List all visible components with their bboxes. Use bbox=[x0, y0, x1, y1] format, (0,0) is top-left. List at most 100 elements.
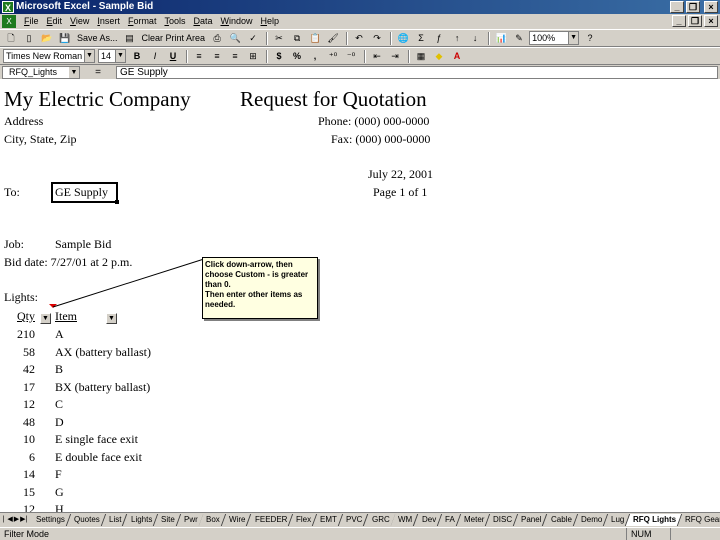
percent-button[interactable]: % bbox=[289, 49, 305, 64]
sheet-tab[interactable]: FEEDER bbox=[247, 513, 294, 526]
save-copy-icon[interactable]: ▤ bbox=[122, 31, 138, 46]
chart-wizard-icon[interactable]: 📊 bbox=[493, 31, 509, 46]
qty-cell[interactable]: 12 bbox=[17, 397, 35, 412]
increase-decimal-icon[interactable]: ⁺⁰ bbox=[325, 49, 341, 64]
drawing-icon[interactable]: ✎ bbox=[511, 31, 527, 46]
item-cell[interactable]: C bbox=[55, 397, 63, 412]
merge-center-icon[interactable]: ⊞ bbox=[245, 49, 261, 64]
sheet-tab[interactable]: Panel bbox=[514, 513, 548, 526]
qty-filter-button[interactable]: ▼ bbox=[40, 313, 51, 324]
sort-descending-icon[interactable]: ↓ bbox=[467, 31, 483, 46]
qty-cell[interactable]: 42 bbox=[17, 362, 35, 377]
item-cell[interactable]: G bbox=[55, 485, 64, 500]
bold-button[interactable]: B bbox=[129, 49, 145, 64]
page-number[interactable]: Page 1 of 1 bbox=[373, 185, 427, 200]
qty-cell[interactable]: 58 bbox=[17, 345, 35, 360]
company-address[interactable]: Address bbox=[4, 114, 43, 129]
menu-edit[interactable]: Edit bbox=[43, 14, 67, 29]
font-select[interactable]: Times New Roman ▼ bbox=[3, 49, 95, 63]
doc-minimize-button[interactable]: _ bbox=[672, 15, 686, 27]
menu-insert[interactable]: Insert bbox=[93, 14, 124, 29]
item-cell[interactable]: E double face exit bbox=[55, 450, 142, 465]
item-cell[interactable]: AX (battery ballast) bbox=[55, 345, 151, 360]
sheet-tab[interactable]: Cable bbox=[543, 513, 578, 526]
italic-button[interactable]: I bbox=[147, 49, 163, 64]
increase-indent-icon[interactable]: ⇥ bbox=[387, 49, 403, 64]
menu-window[interactable]: Window bbox=[216, 14, 256, 29]
hyperlink-icon[interactable]: 🌐 bbox=[395, 31, 411, 46]
chevron-down-icon[interactable]: ▼ bbox=[84, 50, 94, 62]
qty-cell[interactable]: 12 bbox=[17, 502, 35, 512]
new-doc-icon[interactable]: ▯ bbox=[21, 31, 37, 46]
prev-sheet-icon[interactable]: ◀ bbox=[7, 514, 12, 525]
restore-button[interactable]: ❐ bbox=[686, 1, 700, 13]
formula-input[interactable]: GE Supply bbox=[116, 65, 718, 79]
chevron-down-icon[interactable]: ▼ bbox=[568, 32, 579, 44]
minimize-button[interactable]: _ bbox=[670, 1, 684, 13]
item-header[interactable]: Item bbox=[55, 309, 77, 324]
autosum-icon[interactable]: Σ bbox=[413, 31, 429, 46]
decrease-decimal-icon[interactable]: ⁻⁰ bbox=[343, 49, 359, 64]
menu-format[interactable]: Format bbox=[124, 14, 161, 29]
menu-view[interactable]: View bbox=[66, 14, 93, 29]
last-sheet-icon[interactable]: ▶| bbox=[20, 514, 27, 525]
redo-icon[interactable]: ↷ bbox=[369, 31, 385, 46]
underline-button[interactable]: U bbox=[165, 49, 181, 64]
first-sheet-icon[interactable]: |◀ bbox=[1, 514, 6, 525]
copy-icon[interactable]: ⧉ bbox=[289, 31, 305, 46]
clear-print-area-button[interactable]: Clear Print Area bbox=[140, 31, 208, 46]
sort-ascending-icon[interactable]: ↑ bbox=[449, 31, 465, 46]
job-value[interactable]: Sample Bid bbox=[55, 237, 111, 252]
sheet-tab-active[interactable]: RFQ Lights bbox=[626, 513, 683, 526]
cut-icon[interactable]: ✂ bbox=[271, 31, 287, 46]
document-title[interactable]: Request for Quotation bbox=[240, 87, 427, 112]
sheet-tab[interactable]: Meter bbox=[456, 513, 491, 526]
doc-restore-button[interactable]: ❐ bbox=[688, 15, 702, 27]
company-name[interactable]: My Electric Company bbox=[4, 87, 191, 112]
fill-color-icon[interactable]: ◆ bbox=[431, 49, 447, 64]
to-label[interactable]: To: bbox=[4, 185, 20, 200]
chevron-down-icon[interactable]: ▼ bbox=[115, 50, 125, 62]
item-cell[interactable]: B bbox=[55, 362, 63, 377]
menu-tools[interactable]: Tools bbox=[160, 14, 189, 29]
next-sheet-icon[interactable]: ▶ bbox=[14, 514, 19, 525]
excel-app-icon[interactable]: X bbox=[2, 1, 14, 13]
qty-cell[interactable]: 210 bbox=[17, 327, 35, 342]
format-painter-icon[interactable]: 🖌 bbox=[325, 31, 341, 46]
borders-icon[interactable]: ▦ bbox=[413, 49, 429, 64]
zoom-select[interactable]: 100% ▼ bbox=[529, 31, 580, 45]
align-center-icon[interactable]: ≡ bbox=[209, 49, 225, 64]
sheet-tab[interactable]: Settings bbox=[29, 513, 72, 526]
worksheet[interactable]: My Electric Company Request for Quotatio… bbox=[0, 79, 720, 512]
menu-help[interactable]: Help bbox=[257, 14, 284, 29]
chevron-down-icon[interactable]: ▼ bbox=[69, 66, 79, 78]
company-city[interactable]: City, State, Zip bbox=[4, 132, 77, 147]
qty-cell[interactable]: 10 bbox=[17, 432, 35, 447]
qty-cell[interactable]: 6 bbox=[17, 450, 35, 465]
font-color-icon[interactable]: A bbox=[449, 49, 465, 64]
close-button[interactable]: × bbox=[704, 1, 718, 13]
comment-box[interactable]: Click down-arrow, then choose Custom - i… bbox=[202, 257, 318, 319]
sheet-tab[interactable]: Demo bbox=[573, 513, 609, 526]
align-left-icon[interactable]: ≡ bbox=[191, 49, 207, 64]
item-cell[interactable]: E single face exit bbox=[55, 432, 138, 447]
font-size-select[interactable]: 14 ▼ bbox=[98, 49, 126, 63]
qty-cell[interactable]: 15 bbox=[17, 485, 35, 500]
name-box[interactable]: RFQ_Lights ▼ bbox=[2, 65, 80, 79]
new-icon[interactable]: 🗋 bbox=[3, 31, 19, 46]
to-cell-selected[interactable]: GE Supply bbox=[51, 182, 119, 204]
company-fax[interactable]: Fax: (000) 000-0000 bbox=[331, 132, 430, 147]
sheet-tab[interactable]: Quotes bbox=[67, 513, 107, 526]
save-as-button[interactable]: Save As... bbox=[75, 31, 120, 46]
paste-icon[interactable]: 📋 bbox=[307, 31, 323, 46]
bid-date[interactable]: Bid date: 7/27/01 at 2 p.m. bbox=[4, 255, 132, 270]
item-cell[interactable]: D bbox=[55, 415, 64, 430]
qty-cell[interactable]: 17 bbox=[17, 380, 35, 395]
item-cell[interactable]: H bbox=[55, 502, 64, 512]
decrease-indent-icon[interactable]: ⇤ bbox=[369, 49, 385, 64]
item-filter-button[interactable]: ▼ bbox=[106, 313, 117, 324]
quote-date[interactable]: July 22, 2001 bbox=[368, 167, 433, 182]
align-right-icon[interactable]: ≡ bbox=[227, 49, 243, 64]
spelling-icon[interactable]: ✓ bbox=[245, 31, 261, 46]
lights-label[interactable]: Lights: bbox=[4, 290, 38, 305]
